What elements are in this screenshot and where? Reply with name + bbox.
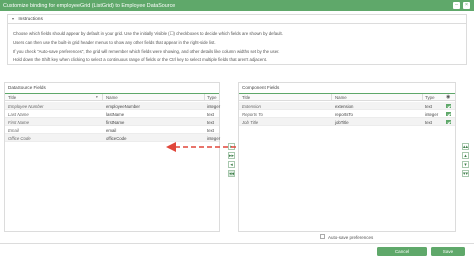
field-type: text bbox=[207, 112, 214, 117]
remove-field-button[interactable]: ◂ bbox=[228, 161, 235, 168]
field-name: employeeNumber bbox=[106, 104, 140, 109]
component-fields-grid[interactable]: Title Name Type ◉ Extension extension te… bbox=[239, 93, 455, 231]
move-to-bottom-button[interactable]: ▾▾ bbox=[462, 170, 469, 177]
field-name: reportsTo bbox=[335, 112, 353, 117]
table-row[interactable]: Reports To reportsTo integer bbox=[239, 110, 455, 118]
move-to-top-button[interactable]: ▴▴ bbox=[462, 143, 469, 150]
table-row[interactable]: First Name firstName text bbox=[5, 118, 219, 126]
field-title: Reports To bbox=[242, 112, 263, 117]
grid-header: Title Name Type ◉ bbox=[239, 94, 455, 101]
autosave-checkbox[interactable] bbox=[320, 234, 325, 239]
field-type: text bbox=[425, 120, 432, 125]
column-header-name[interactable]: Name bbox=[335, 95, 347, 100]
field-type: text bbox=[207, 128, 214, 133]
table-row[interactable]: Employee Number employeeNumber integer bbox=[5, 102, 221, 110]
field-title: Email bbox=[8, 128, 19, 133]
datasource-fields-pane: DataSource Fields Title ▾ Name Type Empl… bbox=[4, 82, 220, 232]
close-button[interactable]: × bbox=[463, 2, 470, 9]
field-title: Employee Number bbox=[8, 104, 44, 109]
sort-icon[interactable]: ▾ bbox=[96, 95, 98, 99]
component-fields-pane: Component Fields Title Name Type ◉ Exten… bbox=[238, 82, 456, 232]
table-row[interactable]: Last Name lastName text bbox=[5, 110, 219, 118]
instruction-line: Choose which fields should appear by def… bbox=[13, 31, 283, 36]
field-title: Extension bbox=[242, 104, 261, 109]
visible-checkbox[interactable] bbox=[446, 111, 451, 117]
visible-checkbox[interactable] bbox=[446, 103, 451, 109]
field-name: jobTitle bbox=[335, 120, 349, 125]
table-row[interactable]: Job Title jobTitle text bbox=[239, 118, 455, 126]
field-name: officeCode bbox=[106, 136, 127, 141]
table-row[interactable]: Extension extension text bbox=[239, 102, 455, 110]
column-header-title[interactable]: Title bbox=[8, 95, 16, 100]
dialog-titlebar: Customize binding for employeeGrid (List… bbox=[0, 0, 474, 11]
field-type: integer bbox=[425, 112, 439, 117]
field-type: text bbox=[207, 120, 214, 125]
column-header-type[interactable]: Type bbox=[207, 95, 217, 100]
datasource-fields-grid[interactable]: Title ▾ Name Type Employee Number employ… bbox=[5, 93, 221, 231]
collapse-chevron-icon[interactable]: ▾ bbox=[12, 15, 17, 23]
field-title: Job Title bbox=[242, 120, 259, 125]
minimize-button[interactable]: – bbox=[453, 2, 460, 9]
instructions-panel: ▾ Instructions Choose which fields shoul… bbox=[7, 14, 467, 65]
instructions-heading: Instructions bbox=[18, 17, 43, 22]
autosave-label: Auto-save preferences bbox=[328, 234, 374, 240]
field-title: First Name bbox=[8, 120, 30, 125]
field-name: lastName bbox=[106, 112, 125, 117]
table-row[interactable]: Email email text bbox=[5, 126, 219, 134]
column-header-type[interactable]: Type bbox=[425, 95, 435, 100]
save-button[interactable]: Save bbox=[431, 247, 465, 256]
cancel-button[interactable]: Cancel bbox=[377, 247, 427, 256]
component-fields-title: Component Fields bbox=[242, 85, 280, 90]
move-up-button[interactable]: ▴ bbox=[462, 152, 469, 159]
instruction-line: Hold down the Shift key when clicking to… bbox=[13, 57, 267, 62]
field-name: extension bbox=[335, 104, 354, 109]
grid-header: Title ▾ Name Type bbox=[5, 94, 219, 101]
field-name: email bbox=[106, 128, 117, 133]
field-title: Last Name bbox=[8, 112, 29, 117]
eye-icon[interactable]: ◉ bbox=[446, 95, 450, 100]
instruction-line: If you check "Auto-save preferences", th… bbox=[13, 49, 280, 54]
column-header-title[interactable]: Title bbox=[242, 95, 250, 100]
field-title: Office Code bbox=[8, 136, 31, 141]
field-name: firstName bbox=[106, 120, 125, 125]
datasource-fields-title: DataSource Fields bbox=[8, 85, 46, 90]
column-header-name[interactable]: Name bbox=[106, 95, 118, 100]
field-type: text bbox=[425, 104, 432, 109]
dialog-title: Customize binding for employeeGrid (List… bbox=[3, 2, 176, 9]
move-down-button[interactable]: ▾ bbox=[462, 161, 469, 168]
dialog-footer: Cancel Save bbox=[0, 243, 474, 259]
visible-checkbox[interactable] bbox=[446, 119, 451, 125]
instruction-line: Users can then use the built-in grid hea… bbox=[13, 40, 216, 45]
remove-all-fields-button[interactable]: ◂◂ bbox=[228, 170, 235, 177]
add-all-fields-button[interactable]: ▸▸ bbox=[228, 152, 235, 159]
instructions-header[interactable]: ▾ Instructions bbox=[8, 15, 466, 24]
field-type: integer bbox=[207, 104, 221, 109]
